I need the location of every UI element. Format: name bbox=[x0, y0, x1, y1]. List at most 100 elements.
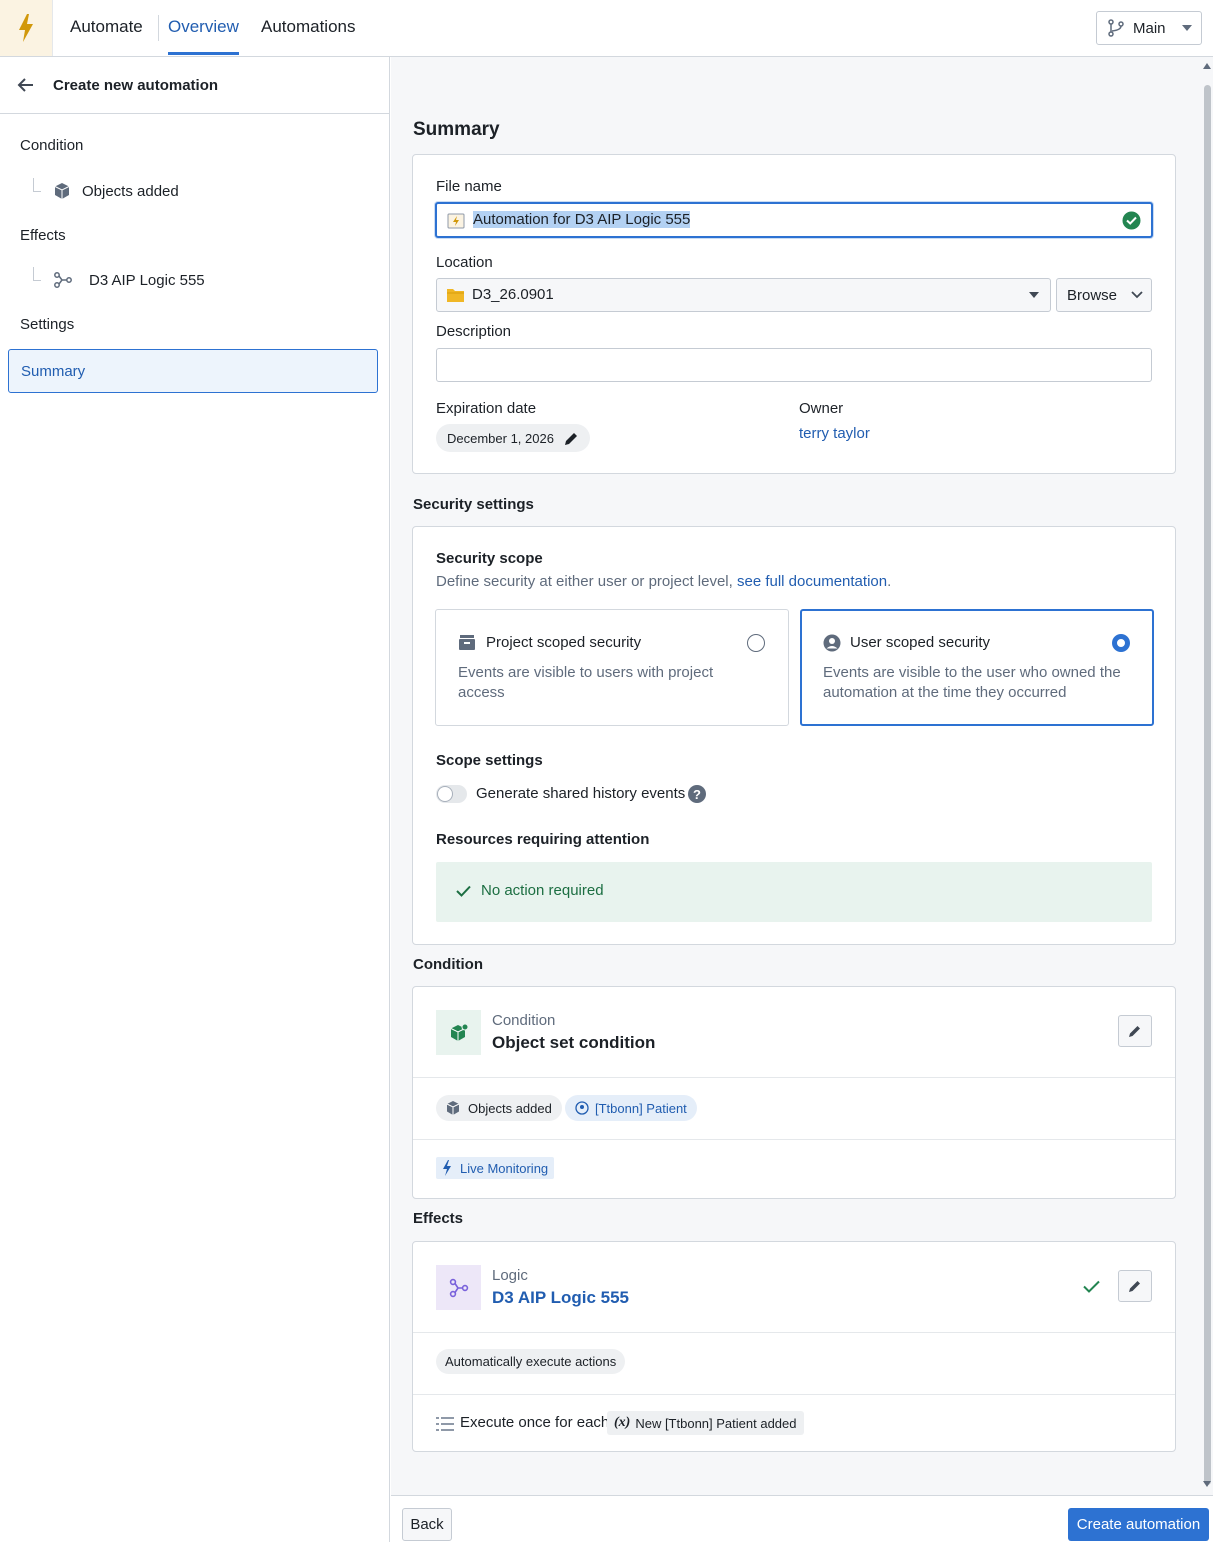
project-scoped-desc: Events are visible to users with project… bbox=[458, 664, 714, 701]
project-scoped-option[interactable]: Project scoped security Events are visib… bbox=[435, 609, 789, 726]
file-name-label: File name bbox=[436, 178, 502, 195]
location-value: D3_26.0901 bbox=[472, 286, 554, 303]
documentation-link[interactable]: see full documentation bbox=[737, 573, 887, 590]
resources-status-callout: No action required bbox=[436, 862, 1152, 922]
sidebar-item-logic[interactable]: D3 AIP Logic 555 bbox=[54, 271, 205, 289]
live-monitoring-tag: Live Monitoring bbox=[436, 1157, 555, 1179]
effects-card: Logic D3 AIP Logic 555 Automatically exe… bbox=[412, 1241, 1176, 1452]
user-icon bbox=[575, 1101, 589, 1115]
location-select[interactable]: D3_26.0901 bbox=[436, 278, 1051, 312]
scroll-up-arrow[interactable] bbox=[1203, 63, 1211, 69]
sidebar-header: Create new automation bbox=[0, 57, 389, 114]
effect-kind: Logic bbox=[492, 1267, 528, 1284]
cube-add-icon bbox=[450, 1023, 468, 1041]
sidebar-item-label: Objects added bbox=[82, 182, 179, 200]
back-button[interactable]: Back bbox=[402, 1508, 452, 1541]
sidebar-title: Create new automation bbox=[53, 76, 219, 94]
user-scoped-radio[interactable] bbox=[1112, 634, 1130, 652]
arrow-left-icon[interactable] bbox=[16, 75, 36, 95]
security-scope-desc: Define security at either user or projec… bbox=[436, 573, 891, 590]
lightning-icon bbox=[443, 1160, 451, 1176]
description-label: Description bbox=[436, 323, 512, 340]
effects-heading: Effects bbox=[413, 1210, 464, 1227]
expiration-date-chip[interactable]: December 1, 2026 bbox=[436, 424, 590, 452]
main-scrollbar[interactable] bbox=[1201, 57, 1213, 1495]
tree-connector bbox=[33, 178, 41, 192]
pencil-icon bbox=[564, 432, 577, 445]
browse-button[interactable]: Browse bbox=[1056, 278, 1152, 312]
footer-bar: Back Create automation bbox=[391, 1495, 1213, 1542]
resources-status-text: No action required bbox=[481, 882, 604, 899]
objects-added-chip: Objects added bbox=[436, 1095, 562, 1121]
branch-selector[interactable]: Main bbox=[1096, 11, 1202, 45]
edit-condition-button[interactable] bbox=[1118, 1015, 1152, 1047]
divider bbox=[413, 1139, 1175, 1140]
check-circle-icon bbox=[1122, 211, 1141, 230]
top-bar: Automate Overview Automations Main bbox=[0, 0, 1213, 57]
app-logo[interactable] bbox=[0, 0, 53, 56]
summary-card: File name Automation for D3 AIP Logic 55… bbox=[412, 154, 1176, 474]
resources-title: Resources requiring attention bbox=[436, 831, 650, 848]
cube-add-icon bbox=[54, 183, 70, 199]
lightning-icon bbox=[19, 14, 33, 42]
pencil-icon bbox=[1129, 1281, 1140, 1292]
sidebar-item-summary[interactable]: Summary bbox=[8, 349, 378, 393]
condition-icon-box bbox=[436, 1010, 481, 1055]
branch-label: Main bbox=[1133, 19, 1166, 37]
shared-history-label: Generate shared history events bbox=[476, 785, 686, 802]
user-icon bbox=[823, 634, 841, 652]
browse-label: Browse bbox=[1067, 286, 1118, 304]
edit-effect-button[interactable] bbox=[1118, 1270, 1152, 1302]
sidebar-item-settings[interactable]: Settings bbox=[20, 316, 74, 333]
condition-heading: Condition bbox=[413, 956, 483, 973]
toggle-knob bbox=[438, 787, 452, 801]
security-card: Security scope Define security at either… bbox=[412, 526, 1176, 945]
divider bbox=[413, 1332, 1175, 1333]
effect-name-link[interactable]: D3 AIP Logic 555 bbox=[492, 1288, 629, 1308]
project-scoped-radio[interactable] bbox=[747, 634, 765, 652]
sidebar-item-objects-added[interactable]: Objects added bbox=[54, 182, 179, 200]
sidebar-item-effects[interactable]: Effects bbox=[20, 227, 66, 244]
execute-label: Execute once for each bbox=[460, 1414, 610, 1431]
pencil-icon bbox=[1129, 1026, 1140, 1037]
archive-icon bbox=[459, 635, 475, 650]
caret-down-icon bbox=[1181, 25, 1192, 31]
divider bbox=[413, 1394, 1175, 1395]
sidebar: Create new automation Condition Objects … bbox=[0, 57, 390, 1542]
execute-variable-chip: (x) New [Ttbonn] Patient added bbox=[607, 1411, 804, 1435]
chip-label: Automatically execute actions bbox=[445, 1354, 617, 1369]
scroll-thumb[interactable] bbox=[1204, 85, 1211, 1485]
description-input[interactable] bbox=[436, 348, 1152, 382]
logic-graph-icon bbox=[449, 1278, 468, 1297]
main-content: Summary File name Automation for D3 AIP … bbox=[391, 57, 1201, 1495]
security-scope-title: Security scope bbox=[436, 550, 543, 567]
sidebar-item-label: D3 AIP Logic 555 bbox=[89, 271, 205, 289]
branch-icon bbox=[1108, 19, 1124, 37]
auto-execute-chip: Automatically execute actions bbox=[436, 1349, 626, 1374]
security-settings-heading: Security settings bbox=[413, 496, 534, 513]
create-automation-button[interactable]: Create automation bbox=[1068, 1508, 1209, 1541]
file-name-input[interactable]: Automation for D3 AIP Logic 555 bbox=[435, 202, 1153, 238]
owner-label: Owner bbox=[799, 400, 844, 417]
user-scoped-desc: Events are visible to the user who owned… bbox=[823, 664, 1121, 701]
sidebar-item-condition[interactable]: Condition bbox=[20, 137, 83, 154]
tab-automations[interactable]: Automations bbox=[261, 17, 356, 37]
list-icon bbox=[436, 1417, 454, 1431]
scroll-down-arrow[interactable] bbox=[1203, 1481, 1211, 1487]
condition-name: Object set condition bbox=[492, 1033, 656, 1052]
cube-add-icon bbox=[446, 1101, 460, 1115]
sidebar-item-label: Summary bbox=[21, 362, 86, 380]
location-label: Location bbox=[436, 254, 493, 271]
file-name-value: Automation for D3 AIP Logic 555 bbox=[473, 211, 691, 228]
tab-overview[interactable]: Overview bbox=[168, 17, 239, 37]
user-scoped-option[interactable]: User scoped security Events are visible … bbox=[800, 609, 1154, 726]
help-icon[interactable]: ? bbox=[688, 785, 706, 803]
logic-graph-icon bbox=[54, 272, 72, 288]
divider bbox=[413, 1077, 1175, 1078]
top-separator bbox=[158, 15, 159, 41]
object-type-chip[interactable]: [Ttbonn] Patient bbox=[565, 1095, 697, 1121]
caret-down-icon bbox=[1029, 292, 1039, 298]
user-scoped-title: User scoped security bbox=[850, 634, 991, 651]
shared-history-toggle[interactable] bbox=[436, 785, 467, 803]
owner-link[interactable]: terry taylor bbox=[799, 425, 870, 442]
